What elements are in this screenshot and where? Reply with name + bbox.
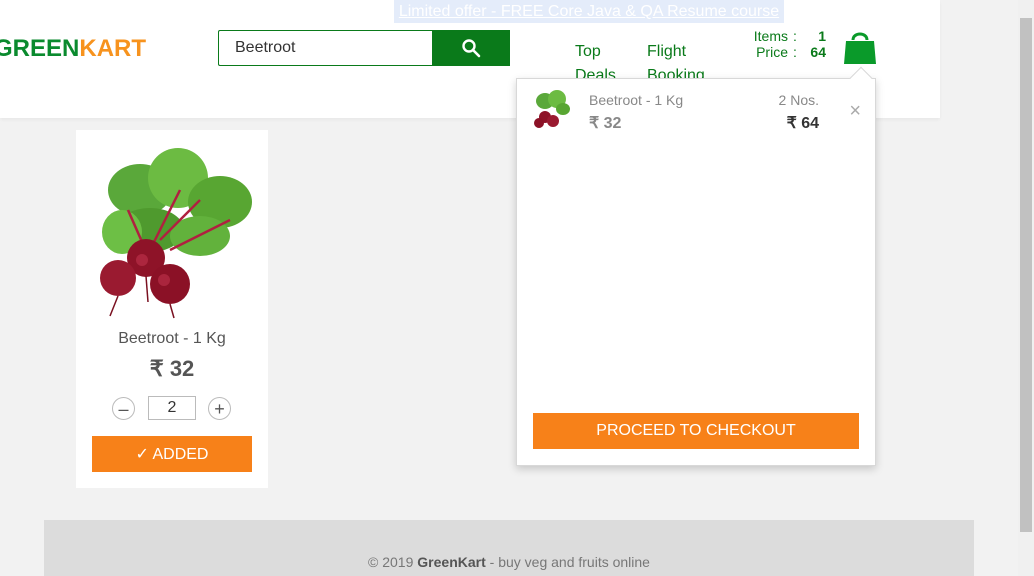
quantity-input[interactable]	[148, 396, 196, 420]
remove-item-icon[interactable]: ×	[849, 101, 861, 121]
items-count: 1	[818, 28, 826, 44]
quantity-stepper: – +	[112, 396, 234, 420]
footer-tagline: - buy veg and fruits online	[489, 554, 650, 570]
price-label: Price	[756, 44, 788, 60]
scrollbar-thumb[interactable]	[1020, 18, 1032, 532]
brand-logo: GREENKART	[0, 35, 146, 63]
cart-item-thumbnail	[534, 90, 570, 128]
items-label: Items	[753, 28, 788, 44]
price-total: 64	[810, 44, 826, 60]
footer-text: © 2019 GreenKart - buy veg and fruits on…	[44, 554, 974, 570]
beetroot-image	[100, 148, 252, 319]
nav-flight-booking-line1: Flight	[647, 43, 687, 60]
cart-item-price: ₹ 32	[589, 115, 622, 132]
search-input[interactable]	[218, 30, 432, 66]
cart-item-amount: ₹ 64	[786, 115, 819, 132]
promo-link[interactable]: Limited offer - FREE Core Java & QA Resu…	[394, 0, 784, 23]
product-name: Beetroot - 1 Kg	[118, 330, 226, 347]
cart-item-quantity: 2 Nos.	[778, 92, 819, 108]
footer-brand: GreenKart	[417, 554, 486, 570]
product-card: Beetroot - 1 Kg ₹ 32 – + ✓ ADDED	[76, 130, 268, 488]
search-button[interactable]	[432, 30, 510, 66]
increment-button[interactable]: +	[208, 397, 231, 420]
cart-summary: Items : 1 Price : 64	[736, 28, 826, 60]
cart-preview: Beetroot - 1 Kg ₹ 32 2 Nos. ₹ 64 × PROCE…	[516, 66, 876, 466]
nav-top-deals-line1: Top	[575, 43, 601, 60]
search-icon	[462, 39, 481, 58]
shopping-bag-icon[interactable]	[842, 28, 878, 66]
footer-copyright: © 2019	[368, 554, 414, 570]
vertical-scrollbar[interactable]	[1018, 0, 1034, 576]
add-to-cart-button[interactable]: ✓ ADDED	[92, 436, 252, 472]
footer: © 2019 GreenKart - buy veg and fruits on…	[44, 520, 974, 576]
price-separator: :	[793, 44, 797, 60]
brand-part-green: GREEN	[0, 35, 80, 62]
items-separator: :	[793, 28, 797, 44]
brand-part-kart: KART	[79, 35, 147, 62]
decrement-button[interactable]: –	[112, 397, 135, 420]
search-bar	[218, 30, 510, 66]
cart-item-name: Beetroot - 1 Kg	[589, 92, 684, 108]
product-price: ₹ 32	[149, 356, 195, 381]
proceed-to-checkout-button[interactable]: PROCEED TO CHECKOUT	[533, 413, 859, 449]
